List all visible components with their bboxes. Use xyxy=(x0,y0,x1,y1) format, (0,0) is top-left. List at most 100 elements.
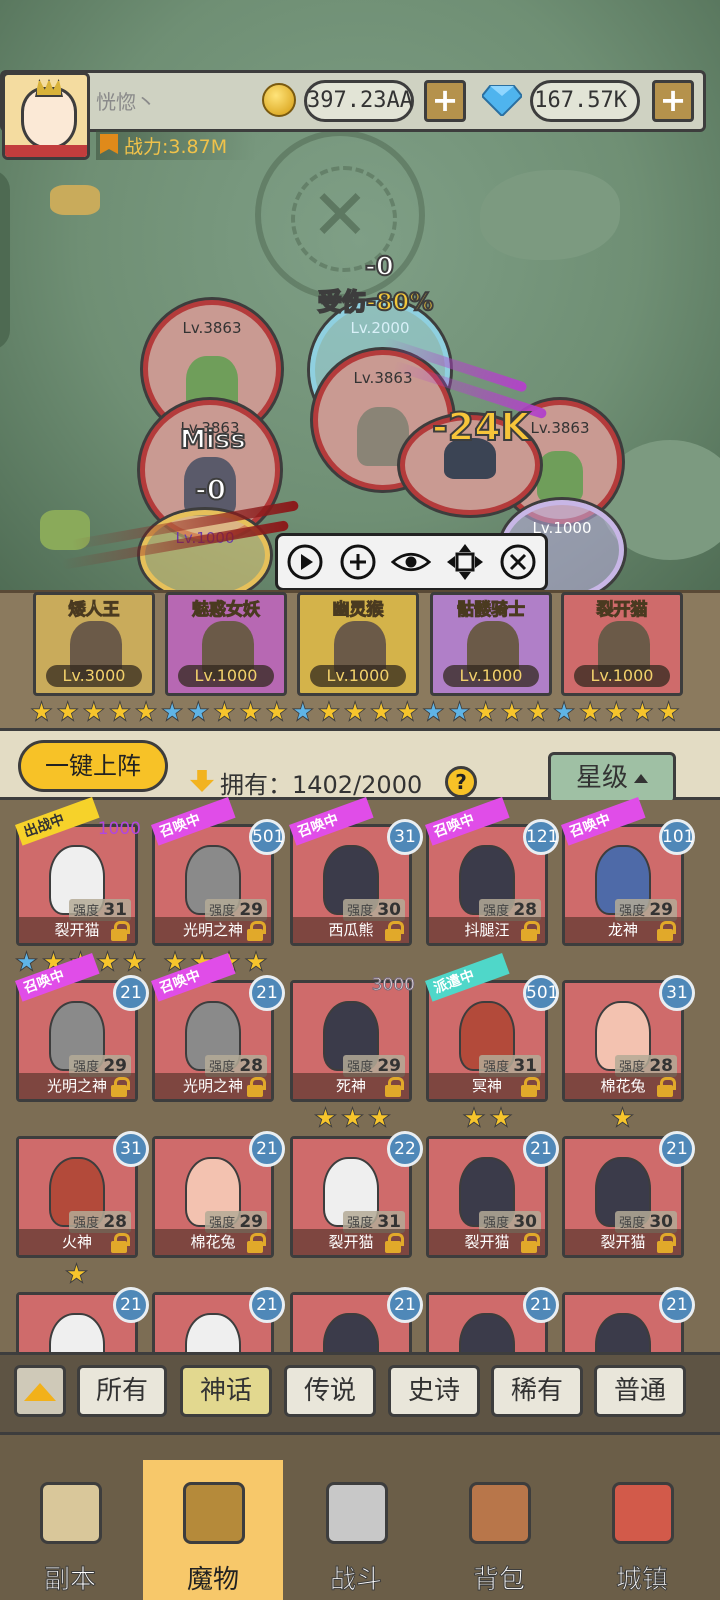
collapse-grid-button[interactable] xyxy=(14,1365,66,1417)
add-diamond-button[interactable]: + xyxy=(652,80,694,122)
monster-card[interactable]: 强度 29 死神 3000 xyxy=(290,975,416,1102)
crown-icon xyxy=(35,79,63,97)
monster-card[interactable]: 强度 29 棉花兔 21 xyxy=(152,1131,285,1258)
star-icon xyxy=(474,700,497,722)
star-icon xyxy=(370,700,393,722)
star-icon xyxy=(605,700,628,722)
nav-tab[interactable]: 背包 xyxy=(429,1460,569,1600)
monster-card[interactable]: 强度 28 火神 31 xyxy=(16,1131,149,1258)
monster-count-badge: 22 xyxy=(387,1131,423,1167)
lock-icon[interactable] xyxy=(247,1233,266,1253)
star-icon xyxy=(82,700,105,722)
zoom-in-button[interactable] xyxy=(338,542,378,582)
monster-card[interactable]: 强度 30 裂开猫 21 xyxy=(426,1131,559,1258)
star-icon xyxy=(462,1106,486,1128)
filter-tab[interactable]: 神话 xyxy=(180,1365,272,1417)
backpack-icon xyxy=(469,1482,531,1544)
lineup-monster-level: Lv.1000 xyxy=(178,665,274,687)
monster-card[interactable]: 强度 28 棉花兔 31 xyxy=(562,975,695,1102)
filter-tab[interactable]: 普通 xyxy=(594,1365,686,1417)
star-fill xyxy=(67,1265,86,1282)
nav-tab[interactable]: 魔物 xyxy=(143,1460,283,1600)
star-icon xyxy=(30,700,53,722)
shop-icon xyxy=(612,1482,674,1544)
star-icon xyxy=(265,700,288,722)
star-icon xyxy=(631,700,654,722)
star-fill xyxy=(581,703,599,720)
monster-card[interactable]: 强度 30 西瓜熊 31 召唤中 xyxy=(289,796,423,946)
monster-card[interactable]: 强度 29 龙神 101 召唤中 xyxy=(561,796,695,946)
gold-coin-icon xyxy=(262,83,296,117)
monster-card[interactable]: 强度 29 光明之神 501 召唤中 xyxy=(151,796,285,946)
play-button[interactable] xyxy=(285,542,325,582)
move-button[interactable] xyxy=(445,542,485,582)
lineup-monster-level: Lv.1000 xyxy=(310,665,406,687)
lineup-slot[interactable]: 骷髅骑士 Lv.1000 xyxy=(430,592,552,696)
monster-card[interactable]: 强度 31 冥神 501 派遣中 xyxy=(425,952,559,1102)
lock-icon[interactable] xyxy=(657,1077,676,1097)
lock-icon[interactable] xyxy=(521,1233,540,1253)
lock-icon[interactable] xyxy=(657,1233,676,1253)
close-icon xyxy=(500,544,536,580)
view-button[interactable] xyxy=(391,542,432,582)
filter-tab[interactable]: 史诗 xyxy=(388,1365,480,1417)
nav-tab[interactable]: 副本 xyxy=(0,1460,140,1600)
lineup-slot[interactable]: 裂开猫 Lv.1000 xyxy=(561,592,683,696)
filter-tab[interactable]: 稀有 xyxy=(491,1365,583,1417)
nav-tab[interactable]: 城镇 xyxy=(572,1460,712,1600)
star-icon xyxy=(489,1106,513,1128)
lock-icon[interactable] xyxy=(247,1077,266,1097)
big-damage-number: -24K xyxy=(431,404,531,450)
damage-number: -0 xyxy=(364,251,395,283)
star-icon xyxy=(579,700,602,722)
filter-tab[interactable]: 传说 xyxy=(284,1365,376,1417)
star-fill xyxy=(32,703,51,720)
star-fill xyxy=(98,953,117,970)
monster-count-badge: 21 xyxy=(249,1287,285,1323)
lineup-slot[interactable]: 幽灵猴 Lv.1000 xyxy=(297,592,419,696)
lineup-monster-name: 矮人王 xyxy=(68,600,120,621)
lock-icon[interactable] xyxy=(385,1233,404,1253)
lock-icon[interactable] xyxy=(111,921,130,941)
filter-tab[interactable]: 所有 xyxy=(77,1365,167,1417)
monster-card[interactable]: 强度 29 光明之神 21 召唤中 xyxy=(15,952,149,1102)
star-fill xyxy=(215,703,234,720)
star-icon xyxy=(213,700,236,722)
player-avatar[interactable] xyxy=(2,72,90,160)
tree-decoration xyxy=(480,170,620,260)
lock-icon[interactable] xyxy=(385,1077,404,1097)
help-button[interactable]: ? xyxy=(445,766,477,798)
star-fill xyxy=(111,703,129,720)
lineup-monster-name: 幽灵猴 xyxy=(332,600,384,621)
lock-icon[interactable] xyxy=(111,1233,130,1253)
monster-count-badge: 501 xyxy=(523,975,559,1011)
monster-card[interactable]: 强度 31 裂开猫 1000 出战中 xyxy=(15,796,141,946)
auto-deploy-button[interactable]: 一键上阵 xyxy=(18,740,168,792)
lock-icon[interactable] xyxy=(521,921,540,941)
lineup-slot[interactable]: 矮人王 Lv.3000 xyxy=(33,592,155,696)
star-fill xyxy=(137,703,155,720)
star-fill xyxy=(85,703,103,720)
lock-icon[interactable] xyxy=(521,1077,540,1097)
nav-label: 城镇 xyxy=(615,1565,668,1596)
star-fill xyxy=(398,703,416,720)
monster-card[interactable]: 强度 28 抖腿汪 121 召唤中 xyxy=(425,796,559,946)
lock-icon[interactable] xyxy=(111,1077,130,1097)
monster-card[interactable]: 强度 31 裂开猫 22 xyxy=(290,1131,423,1258)
monster-card[interactable]: 强度 30 裂开猫 21 xyxy=(562,1131,695,1258)
sort-by-star-button[interactable]: 星级 xyxy=(548,752,676,804)
gold-amount: 397.23AA xyxy=(304,80,414,122)
monster-count-badge: 21 xyxy=(387,1287,423,1323)
star-icon xyxy=(161,700,184,722)
lock-icon[interactable] xyxy=(657,921,676,941)
nav-tab[interactable]: 战斗 xyxy=(286,1460,426,1600)
lineup-slot[interactable]: 魅惑女妖 Lv.1000 xyxy=(165,592,287,696)
monster-card[interactable]: 强度 28 光明之神 21 召唤中 xyxy=(151,952,285,1102)
monster-count-badge: 21 xyxy=(523,1287,559,1323)
star-icon xyxy=(95,950,120,972)
lock-icon[interactable] xyxy=(247,921,266,941)
close-button[interactable] xyxy=(498,542,538,582)
star-fill xyxy=(492,1109,510,1126)
lock-icon[interactable] xyxy=(385,921,404,941)
add-gold-button[interactable]: + xyxy=(424,80,466,122)
